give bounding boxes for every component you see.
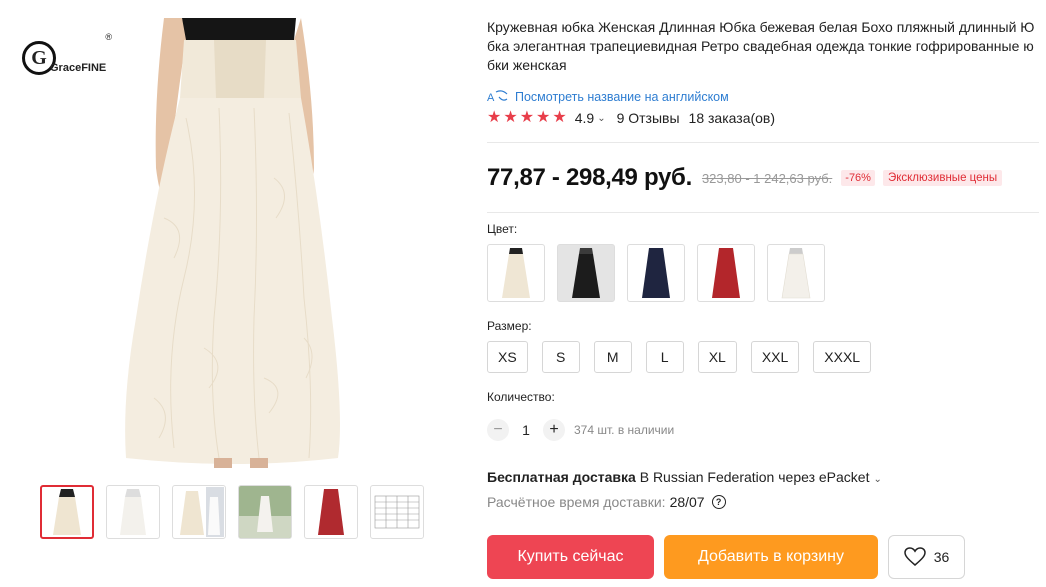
color-option-white[interactable] — [767, 244, 825, 302]
chevron-down-icon[interactable]: ⌄ — [597, 113, 605, 124]
star-icon: ★ — [536, 109, 551, 126]
help-icon[interactable]: ? — [711, 495, 726, 509]
quantity-label: Количество: — [487, 390, 555, 404]
shipping-method-link[interactable]: В Russian Federation через ePacket — [636, 469, 870, 485]
size-option-xxl[interactable]: XXL — [750, 341, 800, 373]
brand-logo: G GraceFINE ® — [22, 30, 114, 86]
star-icon: ★ — [519, 109, 535, 126]
rating-value[interactable]: 4.9 — [575, 110, 594, 126]
product-info-pane: Кружевная юбка Женская Длинная Юбка беже… — [487, 18, 1039, 579]
translate-link-text: Посмотреть название на английском — [515, 90, 729, 104]
divider — [487, 212, 1039, 213]
add-to-cart-button[interactable]: Добавить в корзину — [664, 535, 878, 579]
size-option-xxxl[interactable]: XXXL — [813, 341, 872, 373]
quantity-minus-button[interactable]: − — [487, 419, 509, 441]
thumbnail-4[interactable] — [238, 485, 292, 539]
thumbnail-3[interactable] — [172, 485, 226, 539]
current-price: 77,87 - 298,49 руб. — [487, 164, 692, 191]
skirt-thumbnail — [712, 248, 740, 298]
reviews-link[interactable]: 9 Отзывы — [617, 110, 680, 126]
heart-icon — [903, 547, 926, 566]
star-icon: ★ — [503, 109, 518, 126]
stock-count: 374 шт. в наличии — [574, 423, 675, 437]
quantity-plus-button[interactable]: + — [543, 419, 565, 441]
buy-now-button[interactable]: Купить сейчас — [487, 535, 654, 579]
shipping-info: Бесплатная доставка В Russian Federation… — [487, 469, 893, 485]
size-options: XS S M L XL XXL XXXL — [487, 341, 872, 373]
promo-badge: Эксклюзивные цены — [882, 170, 1003, 186]
brand-logo-text: GraceFINE — [50, 62, 107, 74]
translate-title-link[interactable]: A Посмотреть название на английском — [487, 89, 1039, 105]
orders-count: 18 заказа(ов) — [688, 110, 776, 126]
divider — [487, 142, 1039, 143]
main-product-photo[interactable]: G GraceFINE ® — [14, 18, 454, 470]
size-option-l[interactable]: L — [645, 341, 684, 373]
thumbnail-5[interactable] — [304, 485, 358, 539]
brand-reg-mark: ® — [105, 32, 112, 42]
product-title: Кружевная юбка Женская Длинная Юбка беже… — [487, 19, 1035, 73]
size-option-s[interactable]: S — [541, 341, 580, 373]
color-option-navy[interactable] — [627, 244, 685, 302]
color-option-black[interactable] — [557, 244, 615, 302]
skirt-thumbnail — [642, 248, 670, 298]
price-row: 77,87 - 298,49 руб. 323,80 - 1 242,63 ру… — [487, 164, 1003, 192]
size-label: Размер: — [487, 319, 532, 333]
star-icon: ★ — [552, 109, 567, 126]
quantity-value[interactable]: 1 — [509, 422, 543, 438]
thumbnail-strip — [40, 485, 424, 539]
color-options — [487, 244, 825, 302]
delivery-eta-date: 28/07 — [669, 494, 705, 510]
delivery-eta-label: Расчётное время доставки: — [487, 494, 666, 510]
chevron-down-icon[interactable]: ⌄ — [873, 474, 881, 485]
skirt-thumbnail — [572, 248, 600, 298]
rating-stars: ★ ★ ★ ★ ★ — [487, 110, 567, 126]
rating-row: ★ ★ ★ ★ ★ 4.9 ⌄ 9 Отзывы 18 заказа(ов) — [487, 110, 776, 127]
purchase-actions: Купить сейчас Добавить в корзину 36 — [487, 535, 965, 579]
discount-badge: -76% — [841, 170, 875, 186]
svg-text:A: A — [487, 92, 495, 104]
color-option-beige[interactable] — [487, 244, 545, 302]
size-option-m[interactable]: M — [593, 341, 632, 373]
star-icon: ★ — [487, 109, 502, 126]
thumbnail-1[interactable] — [40, 485, 94, 539]
wishlist-count: 36 — [933, 549, 950, 565]
color-option-red[interactable] — [697, 244, 755, 302]
thumbnail-6[interactable] — [370, 485, 424, 539]
delivery-estimate: Расчётное время доставки: 28/07 ? — [487, 494, 726, 510]
size-option-xl[interactable]: XL — [697, 341, 737, 373]
old-price: 323,80 - 1 242,63 руб. — [701, 170, 833, 186]
size-option-xs[interactable]: XS — [487, 341, 528, 373]
wishlist-button[interactable]: 36 — [888, 535, 965, 579]
translate-icon: A — [487, 90, 508, 104]
free-shipping-label: Бесплатная доставка — [487, 469, 636, 485]
color-label: Цвет: — [487, 222, 518, 236]
quantity-stepper: − 1 + 374 шт. в наличии — [487, 419, 674, 441]
skirt-thumbnail — [781, 248, 811, 299]
skirt-thumbnail — [502, 248, 530, 298]
thumbnail-2[interactable] — [106, 485, 160, 539]
